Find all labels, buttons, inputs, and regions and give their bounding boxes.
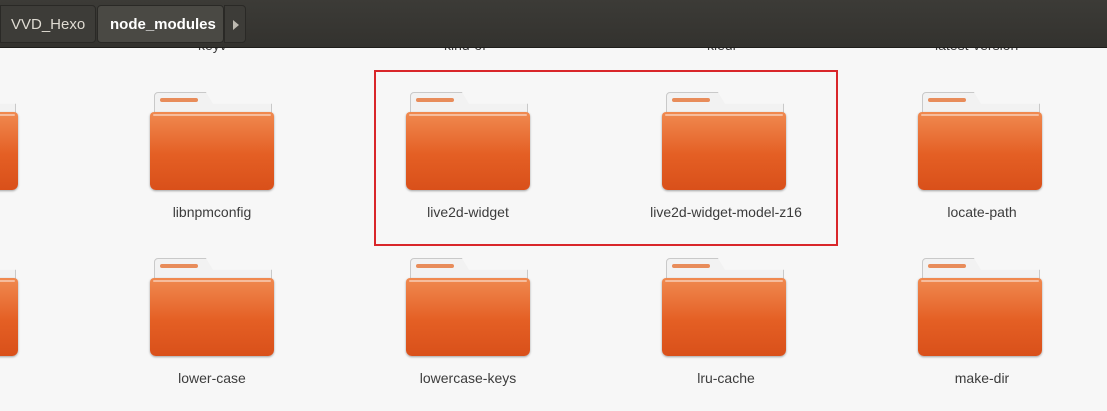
chevron-right-icon[interactable] xyxy=(224,5,246,43)
folder-item-live2d-widget-model-z16[interactable]: live2d-widget-model-z16 xyxy=(606,92,846,232)
folder-item-locate-path[interactable]: locate-path xyxy=(862,92,1102,232)
path-bar: VVD_Hexo node_modules xyxy=(0,0,1107,48)
folder-label: live2d-widget-model-z16 xyxy=(650,204,802,220)
folder-icon xyxy=(150,258,274,358)
folder-item-live2d-widget[interactable]: live2d-widget xyxy=(348,92,588,232)
folder-label: lru-cache xyxy=(697,370,755,386)
folder-label: locate-path xyxy=(947,204,1017,220)
folder-item-lru-cache[interactable]: lru-cache xyxy=(606,258,846,398)
partial-item-label[interactable]: latest-version xyxy=(935,48,1018,53)
partial-item-label[interactable]: kind-of xyxy=(444,48,486,53)
folder-icon xyxy=(662,92,786,192)
folder-label: live2d-widget xyxy=(427,204,509,220)
folder-icon xyxy=(406,92,530,192)
folder-icon xyxy=(918,258,1042,358)
folder-item-lower-case[interactable]: lower-case xyxy=(92,258,332,398)
folder-label: make-dir xyxy=(954,370,1010,386)
folder-icon xyxy=(150,92,274,192)
breadcrumb-node-modules[interactable]: node_modules xyxy=(97,5,224,43)
folder-item-make-dir[interactable]: make-dir xyxy=(862,258,1102,398)
folder-label: lower-case xyxy=(178,370,246,386)
breadcrumb-vvd-hexo[interactable]: VVD_Hexo xyxy=(0,5,96,43)
partial-item-label[interactable]: keyv xyxy=(198,48,227,53)
folder-item-lowercase-keys[interactable]: lowercase-keys xyxy=(348,258,588,398)
folder-icon[interactable] xyxy=(0,92,18,192)
folder-item-libnpmconfig[interactable]: libnpmconfig xyxy=(92,92,332,232)
folder-label: lowercase-keys xyxy=(419,370,517,386)
folder-label: libnpmconfig xyxy=(172,204,252,220)
folder-icon xyxy=(662,258,786,358)
folder-icon xyxy=(918,92,1042,192)
partial-item-label[interactable]: kleur xyxy=(707,48,737,53)
file-grid: keyv kind-of kleur latest-version libnpm… xyxy=(0,48,1107,411)
folder-icon[interactable] xyxy=(0,258,18,358)
folder-icon xyxy=(406,258,530,358)
